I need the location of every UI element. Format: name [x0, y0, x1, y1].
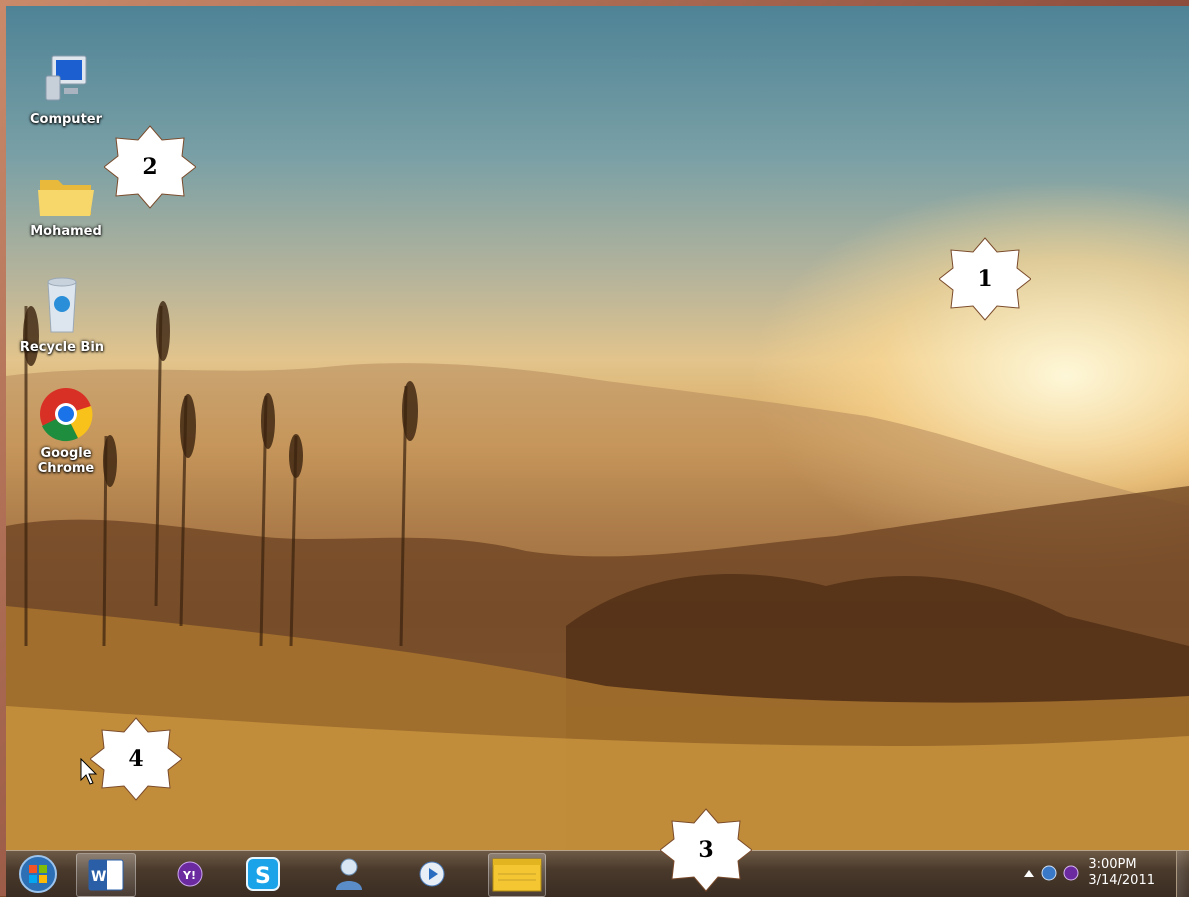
taskbar: W Y! S 3 3:00PM 3/14/2011	[6, 808, 1189, 897]
taskbar-yahoo-messenger[interactable]: Y!	[166, 853, 214, 895]
svg-text:W: W	[91, 869, 106, 885]
recycle-bin-icon	[47, 277, 77, 333]
media-player-icon	[419, 861, 445, 887]
desktop-icon-label: Recycle Bin	[19, 340, 105, 355]
user-icon	[336, 858, 362, 890]
desktop-icon-label: Google	[40, 446, 92, 461]
show-desktop-button[interactable]	[1176, 851, 1189, 897]
start-button[interactable]	[12, 853, 64, 895]
clock-date: 3/14/2011	[1088, 873, 1155, 888]
callout-1: 1	[939, 236, 1031, 322]
taskbar-media-player[interactable]	[410, 853, 454, 895]
callout-4: 4	[90, 716, 182, 802]
taskbar-sticky-notes[interactable]	[488, 853, 546, 897]
callout-2: 2	[104, 124, 196, 210]
desktop-icon-recycle-bin[interactable]: Recycle Bin	[14, 276, 110, 355]
word-icon: W	[88, 859, 124, 891]
computer-icon	[45, 55, 87, 101]
svg-text:S: S	[255, 864, 271, 889]
desktop-icon-label: Mohamed	[30, 224, 102, 239]
taskbar-contacts[interactable]	[324, 853, 374, 895]
mouse-cursor-icon	[80, 758, 98, 785]
taskbar-word[interactable]: W	[76, 853, 136, 897]
yahoo-icon: Y!	[177, 861, 203, 887]
clock[interactable]: 3:00PM 3/14/2011	[1088, 857, 1155, 889]
skype-icon: S	[246, 857, 280, 891]
sticky-notes-icon	[492, 858, 542, 892]
desktop-icon-computer[interactable]: Computer	[18, 52, 114, 127]
callout-3: 3	[660, 807, 752, 893]
desktop-icon-label: Chrome	[37, 461, 95, 476]
desktop-icon-google-chrome[interactable]: Google Chrome	[18, 386, 114, 476]
clock-time: 3:00PM	[1088, 857, 1137, 872]
network-icon[interactable]	[1041, 865, 1057, 881]
show-hidden-icons-icon[interactable]	[1023, 868, 1035, 878]
desktop-icon-label: Computer	[29, 112, 103, 127]
folder-icon	[38, 180, 94, 216]
taskbar-skype[interactable]: S	[238, 853, 288, 895]
windows-orb-icon	[19, 855, 57, 893]
notification-area	[1023, 865, 1079, 881]
chrome-icon	[40, 388, 93, 442]
messenger-tray-icon[interactable]	[1063, 865, 1079, 881]
desktop-icon-mohamed[interactable]: Mohamed	[18, 170, 114, 239]
desktop[interactable]: Computer Mohamed Recycle Bin Google Chro…	[6, 6, 1189, 850]
svg-text:Y!: Y!	[182, 869, 196, 882]
